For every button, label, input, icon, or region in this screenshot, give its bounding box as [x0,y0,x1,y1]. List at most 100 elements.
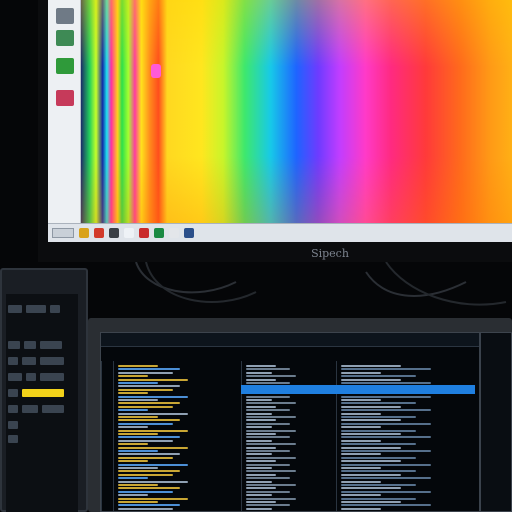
browser-icon[interactable] [94,228,104,238]
list-item[interactable] [118,443,148,446]
list-item[interactable] [118,501,158,503]
list-item[interactable] [118,419,180,422]
list-item[interactable] [118,463,188,466]
list-item[interactable] [246,378,276,381]
list-item[interactable] [341,422,431,425]
list-item[interactable] [246,399,272,401]
device-key[interactable] [40,356,64,365]
device-key[interactable] [40,372,64,381]
list-item[interactable] [341,494,381,497]
list-item[interactable] [246,443,296,446]
device-key[interactable] [26,372,36,381]
list-item[interactable] [118,487,180,490]
list-item[interactable] [246,494,272,497]
list-item[interactable] [118,426,148,429]
list-item[interactable] [118,368,180,371]
list-item[interactable] [341,365,401,367]
list-item[interactable] [246,422,290,425]
list-item[interactable] [118,378,188,381]
list-item[interactable] [341,443,416,446]
list-item[interactable] [246,395,290,398]
list-item[interactable] [118,453,180,456]
list-item[interactable] [118,375,148,378]
list-item[interactable] [246,456,296,459]
list-item[interactable] [118,433,158,435]
record-icon[interactable] [139,228,149,238]
list-item[interactable] [246,504,290,507]
list-item[interactable] [246,433,276,435]
device-key[interactable] [8,388,18,397]
list-item[interactable] [341,480,381,483]
list-item[interactable] [341,484,416,486]
highlighted-device-key[interactable] [22,388,64,397]
list-item[interactable] [246,470,296,473]
list-item[interactable] [118,388,173,391]
list-item[interactable] [118,429,188,432]
list-item[interactable] [246,402,296,405]
list-item[interactable] [246,490,290,493]
list-item[interactable] [246,477,290,480]
list-item[interactable] [118,416,158,418]
device-key[interactable] [8,420,18,429]
list-item[interactable] [246,368,290,371]
app-icon[interactable] [56,58,74,74]
list-item[interactable] [118,392,148,395]
list-item[interactable] [118,436,180,439]
list-item[interactable] [341,501,401,503]
list-item[interactable] [341,409,431,412]
list-item[interactable] [341,439,381,442]
list-item[interactable] [246,450,290,452]
list-item[interactable] [118,504,180,507]
device-key[interactable] [40,340,62,349]
list-item[interactable] [246,460,276,463]
list-item[interactable] [118,456,173,459]
list-item[interactable] [341,402,416,405]
list-item[interactable] [246,426,272,429]
list-item[interactable] [246,507,272,510]
list-item[interactable] [246,365,276,367]
list-item[interactable] [341,378,401,381]
list-item[interactable] [118,412,188,415]
device-key[interactable] [8,356,18,365]
list-item[interactable] [246,409,290,412]
list-item[interactable] [341,460,401,463]
list-item[interactable] [246,436,290,439]
device-key[interactable] [8,434,18,443]
list-item[interactable] [118,470,180,473]
list-item[interactable] [341,487,401,490]
list-item[interactable] [246,405,276,408]
app-icon[interactable] [154,228,164,238]
list-item[interactable] [341,429,416,432]
list-item[interactable] [246,371,272,374]
device-key[interactable] [8,404,18,413]
device-key[interactable] [42,404,64,413]
list-item[interactable] [246,487,276,490]
folder-icon[interactable] [79,228,89,238]
app-icon[interactable] [56,90,74,106]
list-item[interactable] [118,477,148,480]
list-item[interactable] [246,473,276,476]
list-item[interactable] [246,419,276,422]
list-item[interactable] [118,422,173,425]
list-item[interactable] [118,507,173,510]
list-item[interactable] [118,450,158,452]
list-item[interactable] [341,419,401,422]
device-key[interactable] [26,304,46,313]
list-item[interactable] [341,382,431,384]
list-item[interactable] [341,497,416,500]
list-item[interactable] [341,405,401,408]
list-item[interactable] [118,494,148,497]
list-item[interactable] [246,412,272,415]
list-item[interactable] [246,484,296,486]
list-item[interactable] [341,507,381,510]
list-item[interactable] [246,467,272,469]
list-item[interactable] [341,416,416,418]
list-item[interactable] [341,368,431,371]
list-item[interactable] [246,501,276,503]
list-item[interactable] [118,365,158,367]
list-item[interactable] [341,490,431,493]
list-item[interactable] [118,497,188,500]
device-key[interactable] [8,340,20,349]
list-item[interactable] [341,463,431,466]
terminal-icon[interactable] [109,228,119,238]
